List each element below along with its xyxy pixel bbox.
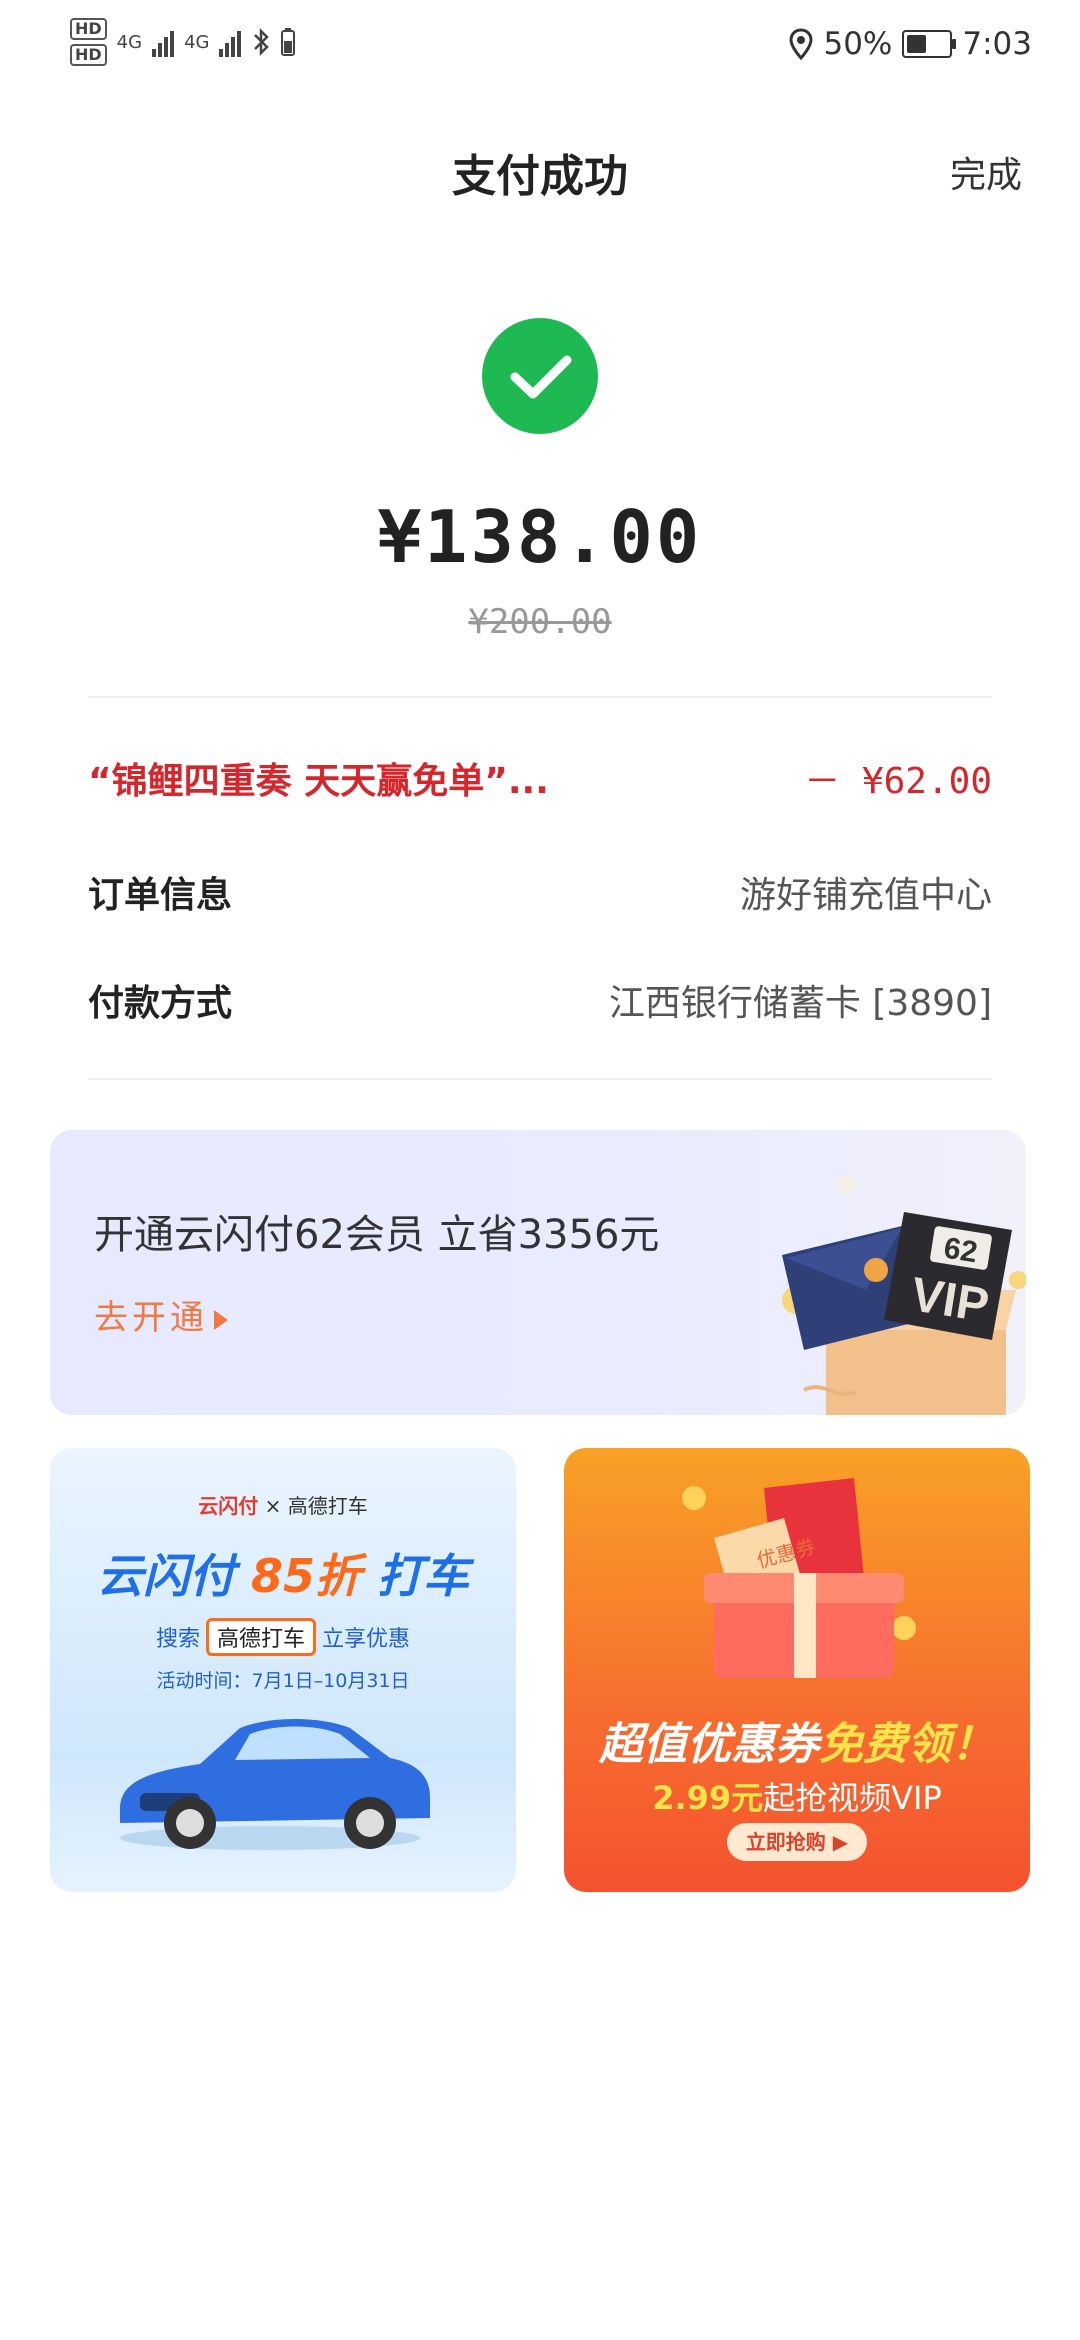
play-circle-icon: ▶ (832, 1830, 849, 1854)
hd1-icon: HD (70, 18, 107, 40)
battery-small-icon (281, 28, 296, 56)
ad-right-headline: 超值优惠券免费领！ (564, 1708, 1030, 1772)
payment-method-label: 付款方式 (88, 983, 233, 1024)
signal-icon-2 (219, 27, 242, 57)
order-info-value: 游好铺充值中心 (739, 875, 992, 916)
signal-icon-1 (152, 27, 175, 57)
order-info-row: 订单信息 游好铺充值中心 (88, 866, 992, 918)
battery-icon (902, 30, 957, 58)
divider-bottom (88, 1078, 992, 1080)
play-arrow-icon (214, 1309, 228, 1330)
promo-label: “锦鲤四重奏 天天赢免单”... (88, 761, 549, 802)
page-title: 支付成功 (452, 151, 628, 202)
subline-price: 2.99元 (652, 1779, 764, 1817)
ad-left-headline: 云闪付 85折 打车 (50, 1540, 516, 1606)
ad-brand-line: 云闪付 × 高德打车 (50, 1490, 516, 1519)
headline-part-a: 云闪付 (96, 1549, 251, 1603)
success-check-icon (482, 318, 598, 434)
status-bar: HD HD 4G 4G 50% 7:03 (0, 0, 1080, 90)
bluetooth-icon (254, 27, 270, 57)
brand-gaode: 高德打车 (287, 1494, 368, 1518)
divider-top (88, 696, 992, 698)
search-keyword-box: 高德打车 (205, 1618, 316, 1656)
order-info-label: 订单信息 (88, 875, 233, 916)
ad-left-search-line: 搜索 高德打车 立享优惠 (50, 1618, 516, 1656)
brand-unionpay: 云闪付 (198, 1494, 259, 1518)
done-button[interactable]: 完成 (950, 146, 1022, 198)
clock: 7:03 (962, 26, 1032, 62)
vip-open-link[interactable]: 去开通 (94, 1290, 228, 1339)
vip-badge-number: 62 (942, 1232, 980, 1270)
vip-gift-box-illustration: 62 VIP (782, 1175, 1026, 1415)
status-left: HD HD 4G 4G (70, 18, 296, 66)
ad-right-subline: 2.99元起抢视频VIP (564, 1773, 1030, 1819)
vip-banner-title: 开通云闪付62会员 立省3356元 (94, 1212, 660, 1258)
payment-method-row: 付款方式 江西银行储蓄卡 [3890] (88, 974, 992, 1026)
network-label-2: 4G (184, 31, 210, 53)
location-icon (789, 28, 813, 60)
coupon-ad-card[interactable]: 优惠券 超值优惠券免费领！ 2.99元起抢视频VIP 立即抢购 ▶ (564, 1448, 1030, 1892)
ad-left-date: 活动时间：7月1日–10月31日 (156, 1670, 410, 1692)
blue-car-illustration (120, 1719, 430, 1850)
status-right: 50% 7:03 (789, 26, 1032, 62)
promo-row: “锦鲤四重奏 天天赢免单”... － ¥62.00 (88, 752, 992, 804)
payment-method-value: 江西银行储蓄卡 [3890] (608, 983, 992, 1024)
hd-indicators: HD HD (70, 18, 107, 66)
hd2-icon: HD (70, 44, 107, 66)
brand-times: × (264, 1494, 282, 1518)
original-amount: ¥200.00 (468, 602, 612, 642)
subline-text: 起抢视频VIP (763, 1779, 942, 1817)
headline-discount: 85折 (250, 1549, 361, 1603)
vip-open-label: 去开通 (94, 1298, 208, 1338)
network-label-1: 4G (116, 31, 143, 53)
headline-free: 免费领！ (819, 1719, 995, 1770)
headline-part-a: 超值优惠券 (599, 1719, 819, 1770)
gift-box-illustration: 优惠券 (682, 1478, 916, 1678)
battery-percent: 50% (823, 26, 893, 62)
grab-now-button[interactable]: 立即抢购 ▶ (727, 1823, 867, 1861)
search-prefix: 搜索 (155, 1627, 200, 1652)
vip-membership-banner[interactable]: 开通云闪付62会员 立省3356元 去开通 62 VIP (50, 1130, 1026, 1415)
promo-value: － ¥62.00 (804, 761, 992, 802)
headline-part-b: 打车 (361, 1549, 470, 1603)
search-suffix: 立享优惠 (322, 1627, 411, 1652)
paid-amount: ¥138.00 (377, 495, 703, 579)
grab-now-label: 立即抢购 (745, 1830, 826, 1854)
didi-taxi-ad-card[interactable]: 云闪付 × 高德打车 云闪付 85折 打车 搜索 高德打车 立享优惠 活动时间：7月… (50, 1448, 516, 1892)
